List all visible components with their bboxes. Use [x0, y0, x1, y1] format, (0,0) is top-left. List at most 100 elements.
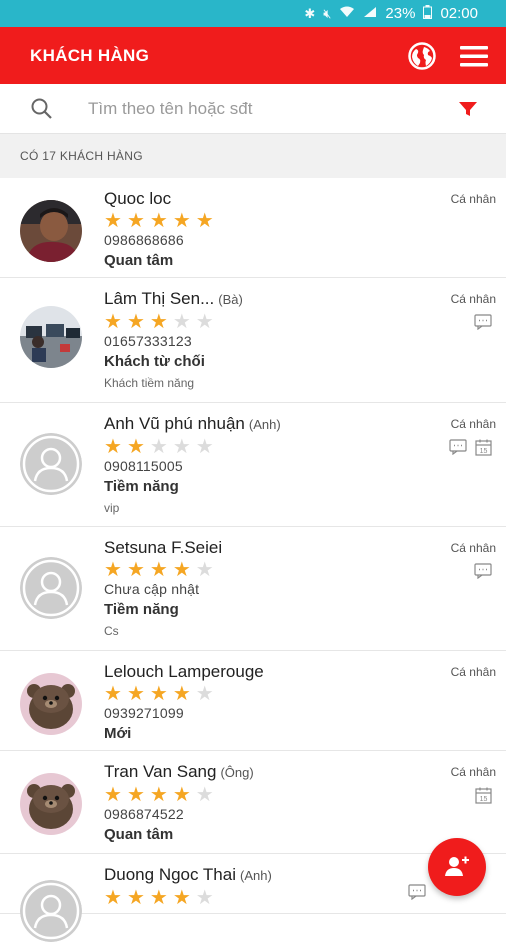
customer-honorific: (Bà) — [218, 292, 243, 307]
customer-name: Quoc loc — [104, 188, 426, 210]
search-input[interactable]: Tìm theo tên hoặc sđt — [88, 99, 448, 119]
clock: 02:00 — [440, 5, 478, 22]
customer-name: Anh Vũ phú nhuận (Anh) — [104, 413, 426, 436]
customer-info: Anh Vũ phú nhuận (Anh) ★ ★ ★ ★ ★ 0908115005 Tiềm… — [104, 413, 426, 515]
customer-name-text: Anh Vũ phú nhuận — [104, 414, 245, 433]
customer-status: Quan tâm — [104, 252, 174, 269]
customer-info: Duong Ngoc Thai (Anh) ★ ★ ★ ★ ★ — [104, 864, 426, 908]
customer-name: Setsuna F.Seiei — [104, 537, 426, 559]
customer-phone: 0908115005 — [104, 458, 183, 474]
customer-type: Cá nhân — [450, 541, 496, 555]
signal-icon — [363, 6, 377, 21]
customer-phone: 0939271099 — [104, 705, 184, 721]
customer-name-text: Tran Van Sang — [104, 762, 217, 781]
customer-note: vip — [104, 501, 120, 515]
avatar — [20, 557, 82, 619]
star-icon: ★ — [126, 683, 145, 705]
rating-stars: ★ ★ ★ ★ ★ — [104, 785, 426, 805]
svg-text:15: 15 — [480, 448, 488, 455]
star-icon: ★ — [195, 559, 214, 581]
star-icon: ★ — [195, 683, 214, 705]
customer-name-text: Lâm Thị Sen... — [104, 289, 215, 308]
message-icon[interactable] — [474, 314, 492, 330]
customer-name: Lelouch Lamperouge — [104, 661, 426, 683]
customer-info: Quoc loc ★ ★ ★ ★ ★ 0986868686 Quan tâm — [104, 188, 426, 269]
star-icon: ★ — [104, 683, 122, 705]
star-icon: ★ — [126, 436, 145, 458]
customer-row[interactable]: Lelouch Lamperouge ★ ★ ★ ★ ★ 0939271099 Mới Cá n… — [0, 651, 506, 751]
search-bar: Tìm theo tên hoặc sđt — [0, 84, 506, 134]
star-icon: ★ — [126, 784, 145, 806]
star-icon: ★ — [149, 784, 168, 806]
row-actions — [474, 314, 492, 330]
battery-icon — [423, 5, 433, 22]
rating-stars: ★ ★ ★ ★ ★ — [104, 437, 426, 457]
customer-name: Duong Ngoc Thai (Anh) — [104, 864, 426, 887]
customer-honorific: (Anh) — [248, 417, 281, 432]
customer-row[interactable]: Setsuna F.Seiei ★ ★ ★ ★ ★ Chưa cập nhật Tiềm nă… — [0, 527, 506, 651]
calendar-icon[interactable]: 15 — [475, 787, 492, 804]
filter-button[interactable] — [448, 99, 488, 119]
star-icon: ★ — [172, 210, 191, 232]
star-icon: ★ — [104, 559, 122, 581]
bluetooth-icon: ✱ — [304, 5, 316, 21]
add-customer-button[interactable] — [428, 838, 486, 896]
customer-name-text: Setsuna F.Seiei — [104, 538, 223, 557]
customer-list: Quoc loc ★ ★ ★ ★ ★ 0986868686 Quan tâm Cá nhân Lâ… — [0, 178, 506, 942]
customer-status: Khách từ chối — [104, 353, 205, 370]
star-icon: ★ — [195, 887, 214, 909]
add-user-icon — [445, 856, 469, 876]
star-icon: ★ — [172, 436, 191, 458]
customer-info: Tran Van Sang (Ông) ★ ★ ★ ★ ★ 0986874522 Quan tâ… — [104, 761, 426, 843]
customer-status: Tiềm năng — [104, 478, 179, 495]
star-icon: ★ — [104, 311, 122, 333]
customer-phone: 0986868686 — [104, 232, 184, 248]
customer-row[interactable]: Lâm Thị Sen... (Bà) ★ ★ ★ ★ ★ 01657333123 Khách … — [0, 278, 506, 403]
star-icon: ★ — [149, 311, 168, 333]
message-icon[interactable] — [449, 439, 467, 455]
customer-honorific: (Ông) — [220, 765, 254, 780]
avatar — [20, 200, 82, 262]
customer-type: Cá nhân — [450, 292, 496, 306]
menu-button[interactable] — [454, 36, 494, 76]
globe-button[interactable] — [402, 36, 442, 76]
customer-name-text: Lelouch Lamperouge — [104, 662, 264, 681]
calendar-icon[interactable]: 15 — [475, 439, 492, 456]
customer-type: Cá nhân — [450, 192, 496, 206]
star-icon: ★ — [126, 559, 145, 581]
customer-type: Cá nhân — [450, 417, 496, 431]
customer-row[interactable]: Anh Vũ phú nhuận (Anh) ★ ★ ★ ★ ★ 0908115005 Tiềm… — [0, 403, 506, 527]
rating-stars: ★ ★ ★ ★ ★ — [104, 684, 426, 704]
filter-icon — [459, 101, 477, 116]
star-icon: ★ — [172, 784, 191, 806]
rating-stars: ★ ★ ★ ★ ★ — [104, 560, 426, 580]
customer-name: Lâm Thị Sen... (Bà) — [104, 288, 426, 311]
avatar — [20, 673, 82, 735]
star-icon: ★ — [104, 436, 122, 458]
customer-count: CÓ 17 KHÁCH HÀNG — [0, 134, 506, 178]
star-icon: ★ — [195, 311, 214, 333]
star-icon: ★ — [195, 784, 214, 806]
customer-info: Setsuna F.Seiei ★ ★ ★ ★ ★ Chưa cập nhật Tiềm nă… — [104, 537, 426, 638]
customer-note: Khách tiềm năng — [104, 376, 195, 390]
message-icon[interactable] — [408, 884, 426, 900]
svg-text:15: 15 — [480, 796, 488, 803]
star-icon: ★ — [195, 210, 214, 232]
globe-icon — [408, 41, 436, 70]
page-title: KHÁCH HÀNG — [30, 45, 150, 65]
customer-row[interactable]: Quoc loc ★ ★ ★ ★ ★ 0986868686 Quan tâm Cá nhân — [0, 178, 506, 278]
search-icon[interactable] — [30, 97, 70, 121]
star-icon: ★ — [149, 559, 168, 581]
mute-icon: 🔇︎ — [323, 5, 332, 21]
customer-status: Quan tâm — [104, 826, 174, 843]
customer-row[interactable]: Tran Van Sang (Ông) ★ ★ ★ ★ ★ 0986874522 Quan tâ… — [0, 751, 506, 854]
row-actions: 15 — [449, 439, 492, 456]
customer-honorific: (Anh) — [240, 868, 272, 883]
message-icon[interactable] — [474, 563, 492, 579]
star-icon: ★ — [149, 683, 168, 705]
avatar — [20, 880, 82, 942]
star-icon: ★ — [126, 210, 145, 232]
app-bar: KHÁCH HÀNG — [0, 27, 506, 84]
star-icon: ★ — [126, 311, 145, 333]
customer-name: Tran Van Sang (Ông) — [104, 761, 426, 784]
